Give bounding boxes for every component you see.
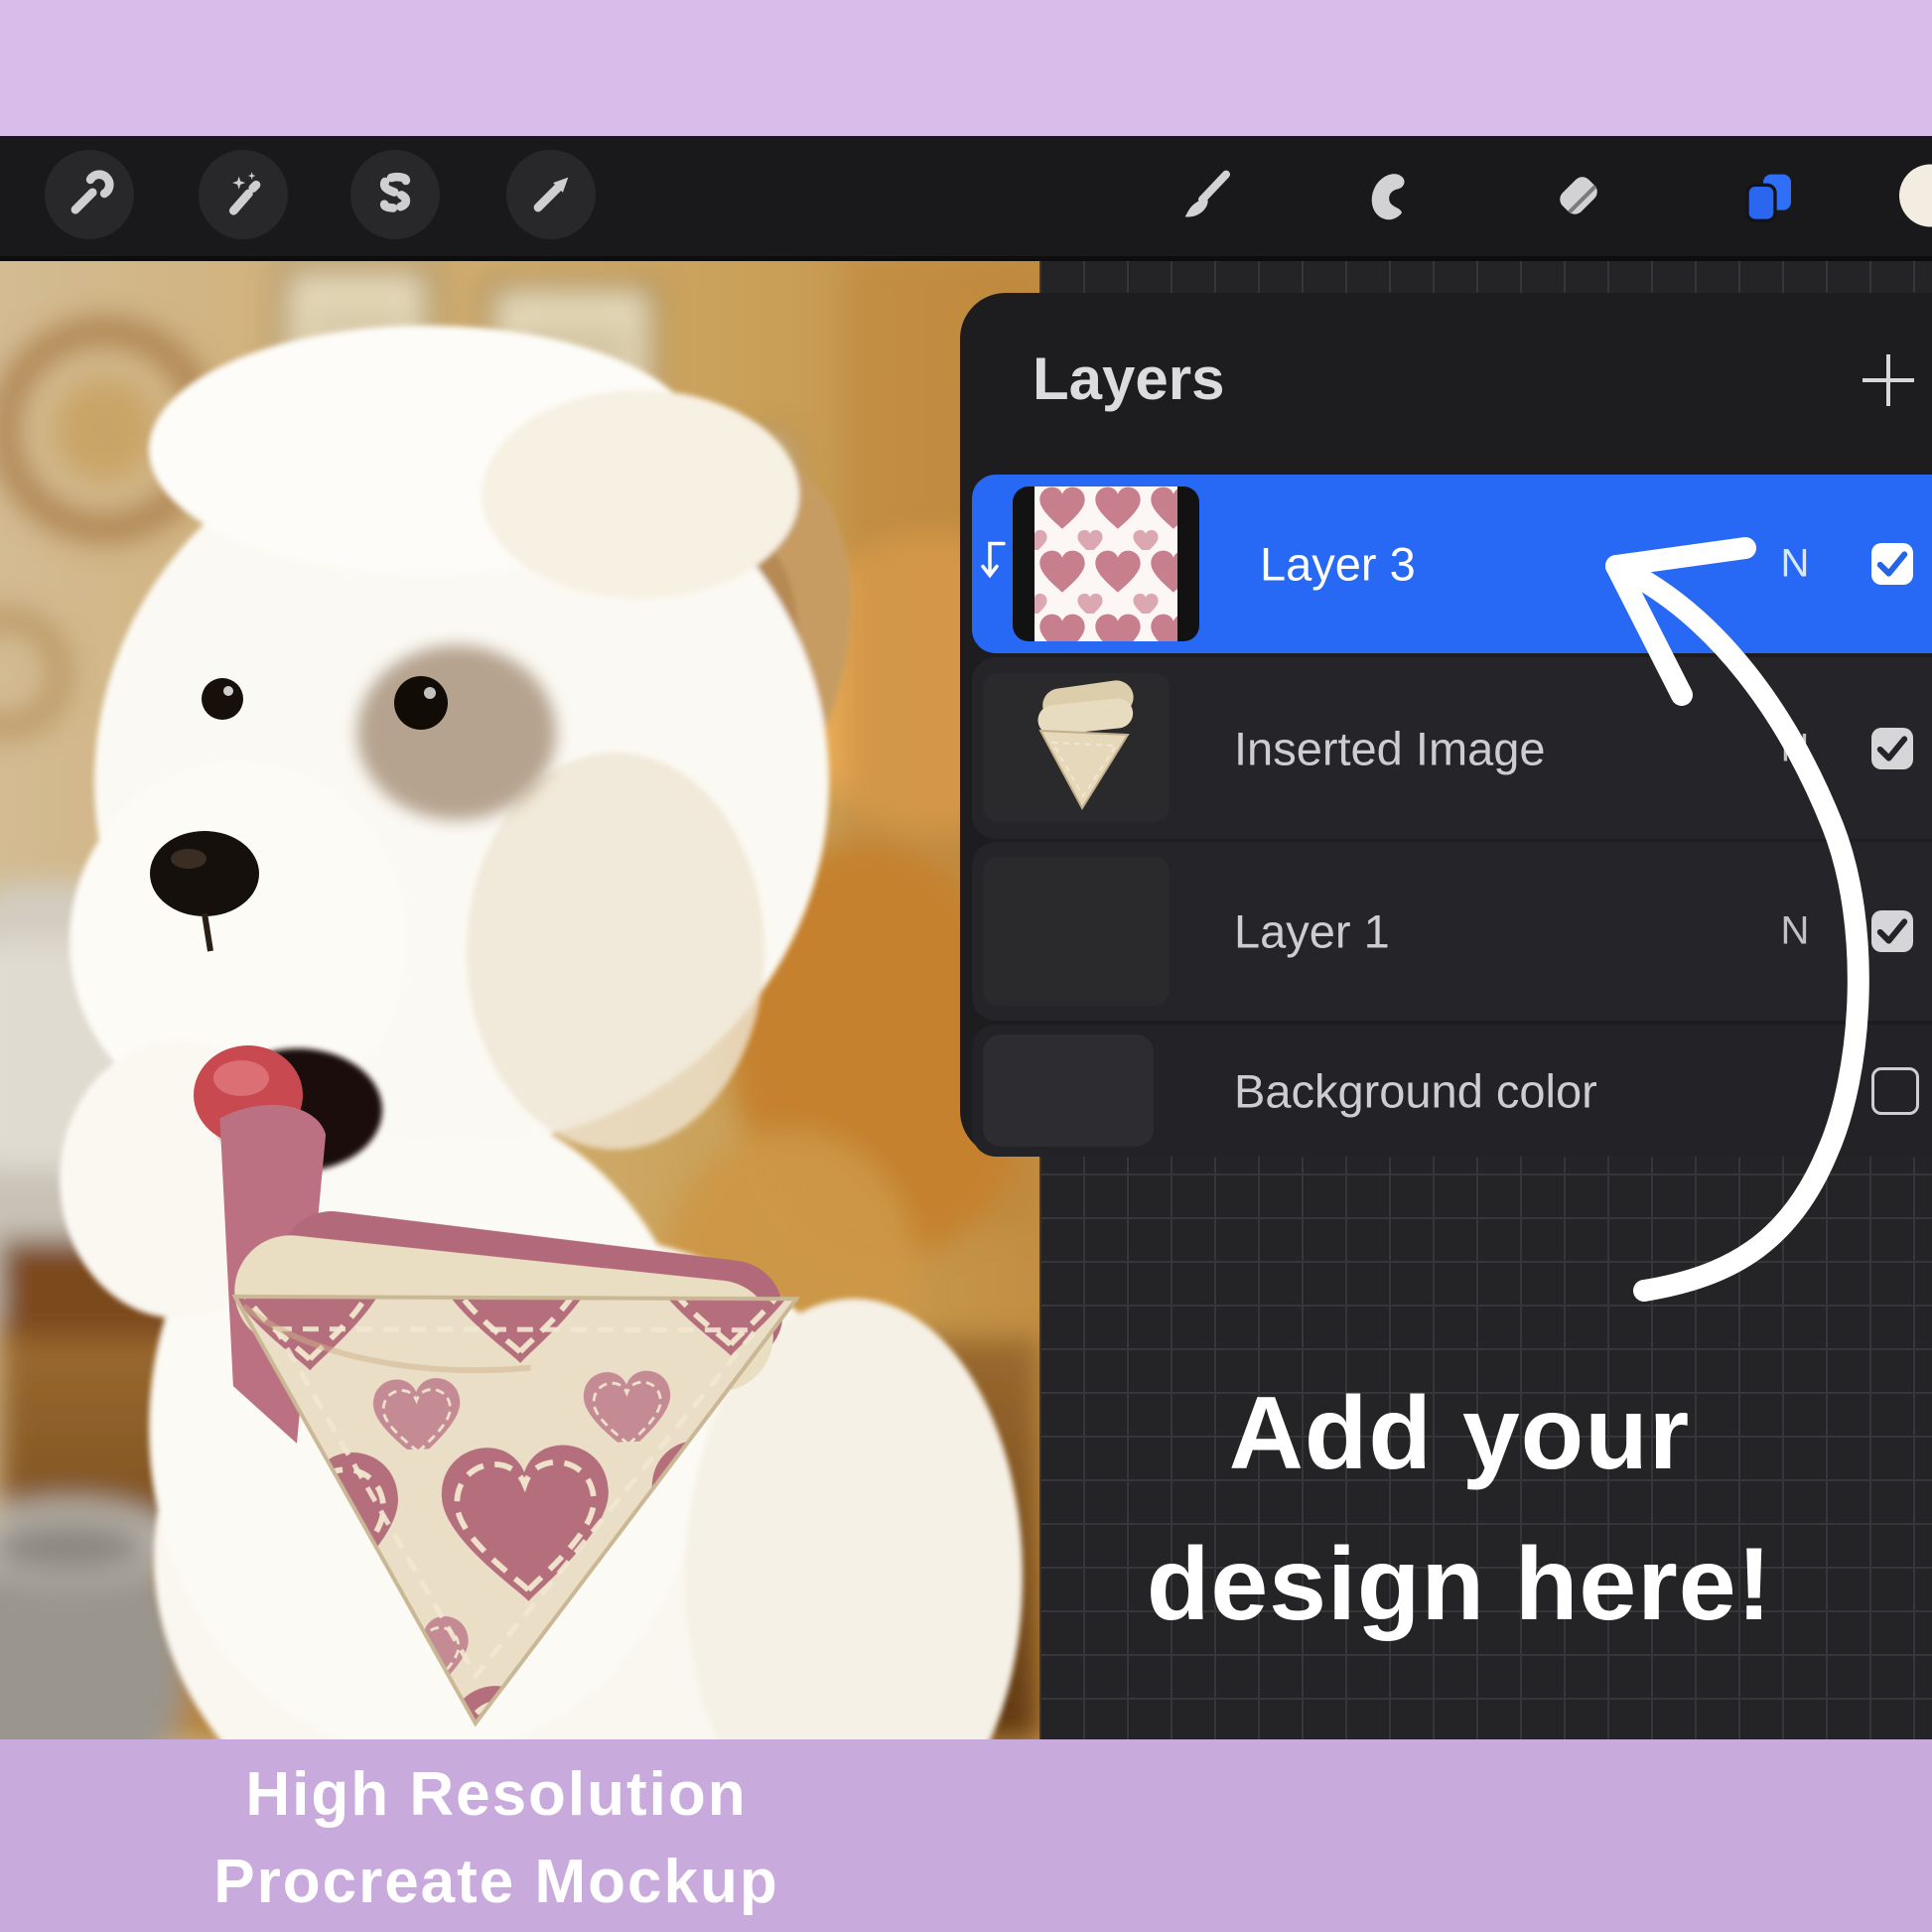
adjustments-magic-wand-icon[interactable] xyxy=(199,150,288,239)
dog-bandana-photo xyxy=(0,256,1039,1739)
transform-arrow-icon[interactable] xyxy=(506,150,596,239)
procreate-mockup-screen: { "app": { "name": "Procreate layers moc… xyxy=(0,0,1932,1932)
eraser-icon[interactable] xyxy=(1543,160,1614,231)
cta-text: Add your design here! xyxy=(1033,1358,1886,1660)
layer-label: Inserted Image xyxy=(1234,721,1546,775)
layer-visibility-checkbox[interactable] xyxy=(1871,1067,1919,1115)
layer-row-background-color[interactable]: Background color xyxy=(972,1025,1932,1157)
footer-line-2: Procreate Mockup xyxy=(60,1839,933,1926)
layer-thumbnail-photo[interactable] xyxy=(983,857,1170,1006)
layer-row-layer-3[interactable]: Layer 3 N xyxy=(972,475,1932,653)
layer-visibility-checkbox[interactable] xyxy=(1871,543,1913,585)
layer-thumbnail-background[interactable] xyxy=(983,1035,1154,1147)
layer-label: Background color xyxy=(1234,1063,1597,1118)
layer-label: Layer 1 xyxy=(1234,904,1390,959)
layers-panel-header: Layers xyxy=(960,293,1932,462)
layer-thumbnail-hearts[interactable] xyxy=(1013,486,1199,641)
blend-mode-button[interactable]: N xyxy=(1770,726,1820,770)
layers-panel: Layers Layer 3 N xyxy=(960,293,1932,1157)
smudge-icon[interactable] xyxy=(1354,160,1426,231)
add-layer-button[interactable] xyxy=(1859,350,1918,410)
cta-line-2: design here! xyxy=(1033,1509,1886,1660)
layers-panel-title: Layers xyxy=(1033,345,1224,413)
top-border-band xyxy=(0,0,1932,136)
footer-line-1: High Resolution xyxy=(60,1751,933,1839)
layers-icon[interactable] xyxy=(1727,160,1799,231)
layer-visibility-checkbox[interactable] xyxy=(1871,910,1913,952)
layer-label: Layer 3 xyxy=(1260,537,1416,592)
layer-row-layer-1[interactable]: Layer 1 N xyxy=(972,842,1932,1021)
layer-row-inserted-image[interactable]: Inserted Image N xyxy=(972,657,1932,839)
footer-text: High Resolution Procreate Mockup xyxy=(60,1751,933,1926)
layer-visibility-checkbox[interactable] xyxy=(1871,728,1913,769)
procreate-toolbar xyxy=(0,136,1932,261)
clipping-mask-arrow-icon xyxy=(978,536,1012,593)
blend-mode-button[interactable]: N xyxy=(1770,542,1820,587)
actions-wrench-icon[interactable] xyxy=(45,150,134,239)
selection-s-icon[interactable] xyxy=(350,150,440,239)
color-swatch[interactable] xyxy=(1884,160,1932,231)
cta-line-1: Add your xyxy=(1033,1358,1886,1509)
brush-icon[interactable] xyxy=(1171,160,1242,231)
layer-thumbnail-bandana[interactable] xyxy=(983,673,1170,822)
blend-mode-button[interactable]: N xyxy=(1770,909,1820,954)
